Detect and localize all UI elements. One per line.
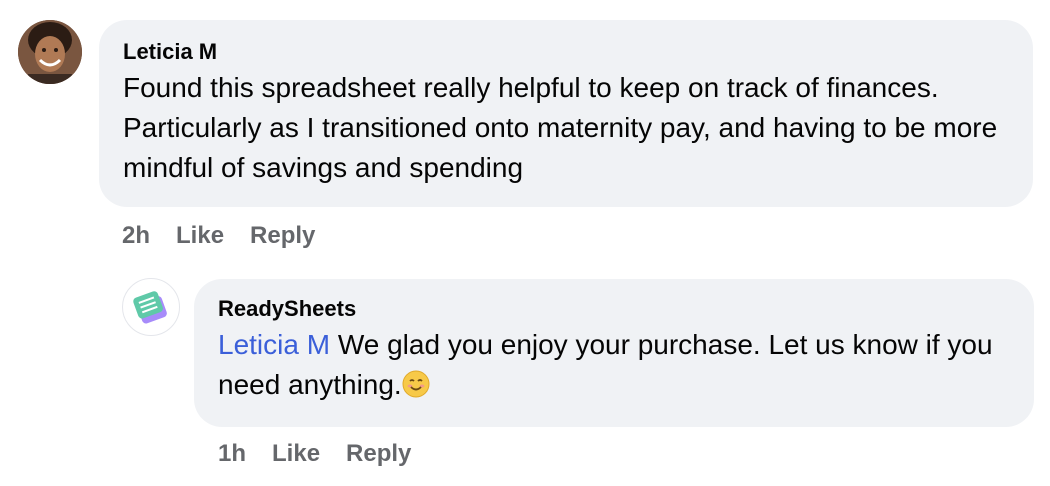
avatar-leticia[interactable]: [18, 20, 82, 84]
reply-actions: 1h Like Reply: [218, 440, 411, 468]
avatar-readysheets[interactable]: [122, 278, 180, 336]
comment-actions: 2h Like Reply: [122, 222, 315, 250]
reply-author[interactable]: ReadySheets: [218, 295, 1010, 323]
comment-timestamp[interactable]: 2h: [122, 222, 150, 250]
person-avatar-icon: [18, 20, 82, 84]
reply-button[interactable]: Reply: [250, 222, 315, 250]
comment-bubble: Leticia M Found this spreadsheet really …: [99, 20, 1033, 207]
reply-like-button[interactable]: Like: [272, 440, 320, 468]
reply-reply-button[interactable]: Reply: [346, 440, 411, 468]
comment-author[interactable]: Leticia M: [123, 38, 1009, 66]
mention-link[interactable]: Leticia M: [218, 329, 330, 360]
like-button[interactable]: Like: [176, 222, 224, 250]
smiling-face-emoji-icon: [402, 370, 430, 398]
comment-text: Found this spreadsheet really helpful to…: [123, 72, 998, 183]
readysheets-logo-icon: [133, 291, 167, 324]
reply-text-line: Leticia M We glad you enjoy your purchas…: [218, 325, 1010, 405]
reply-bubble: ReadySheets Leticia M We glad you enjoy …: [194, 279, 1034, 427]
reply-timestamp[interactable]: 1h: [218, 440, 246, 468]
reply-text: We glad you enjoy your purchase. Let us …: [218, 329, 993, 400]
